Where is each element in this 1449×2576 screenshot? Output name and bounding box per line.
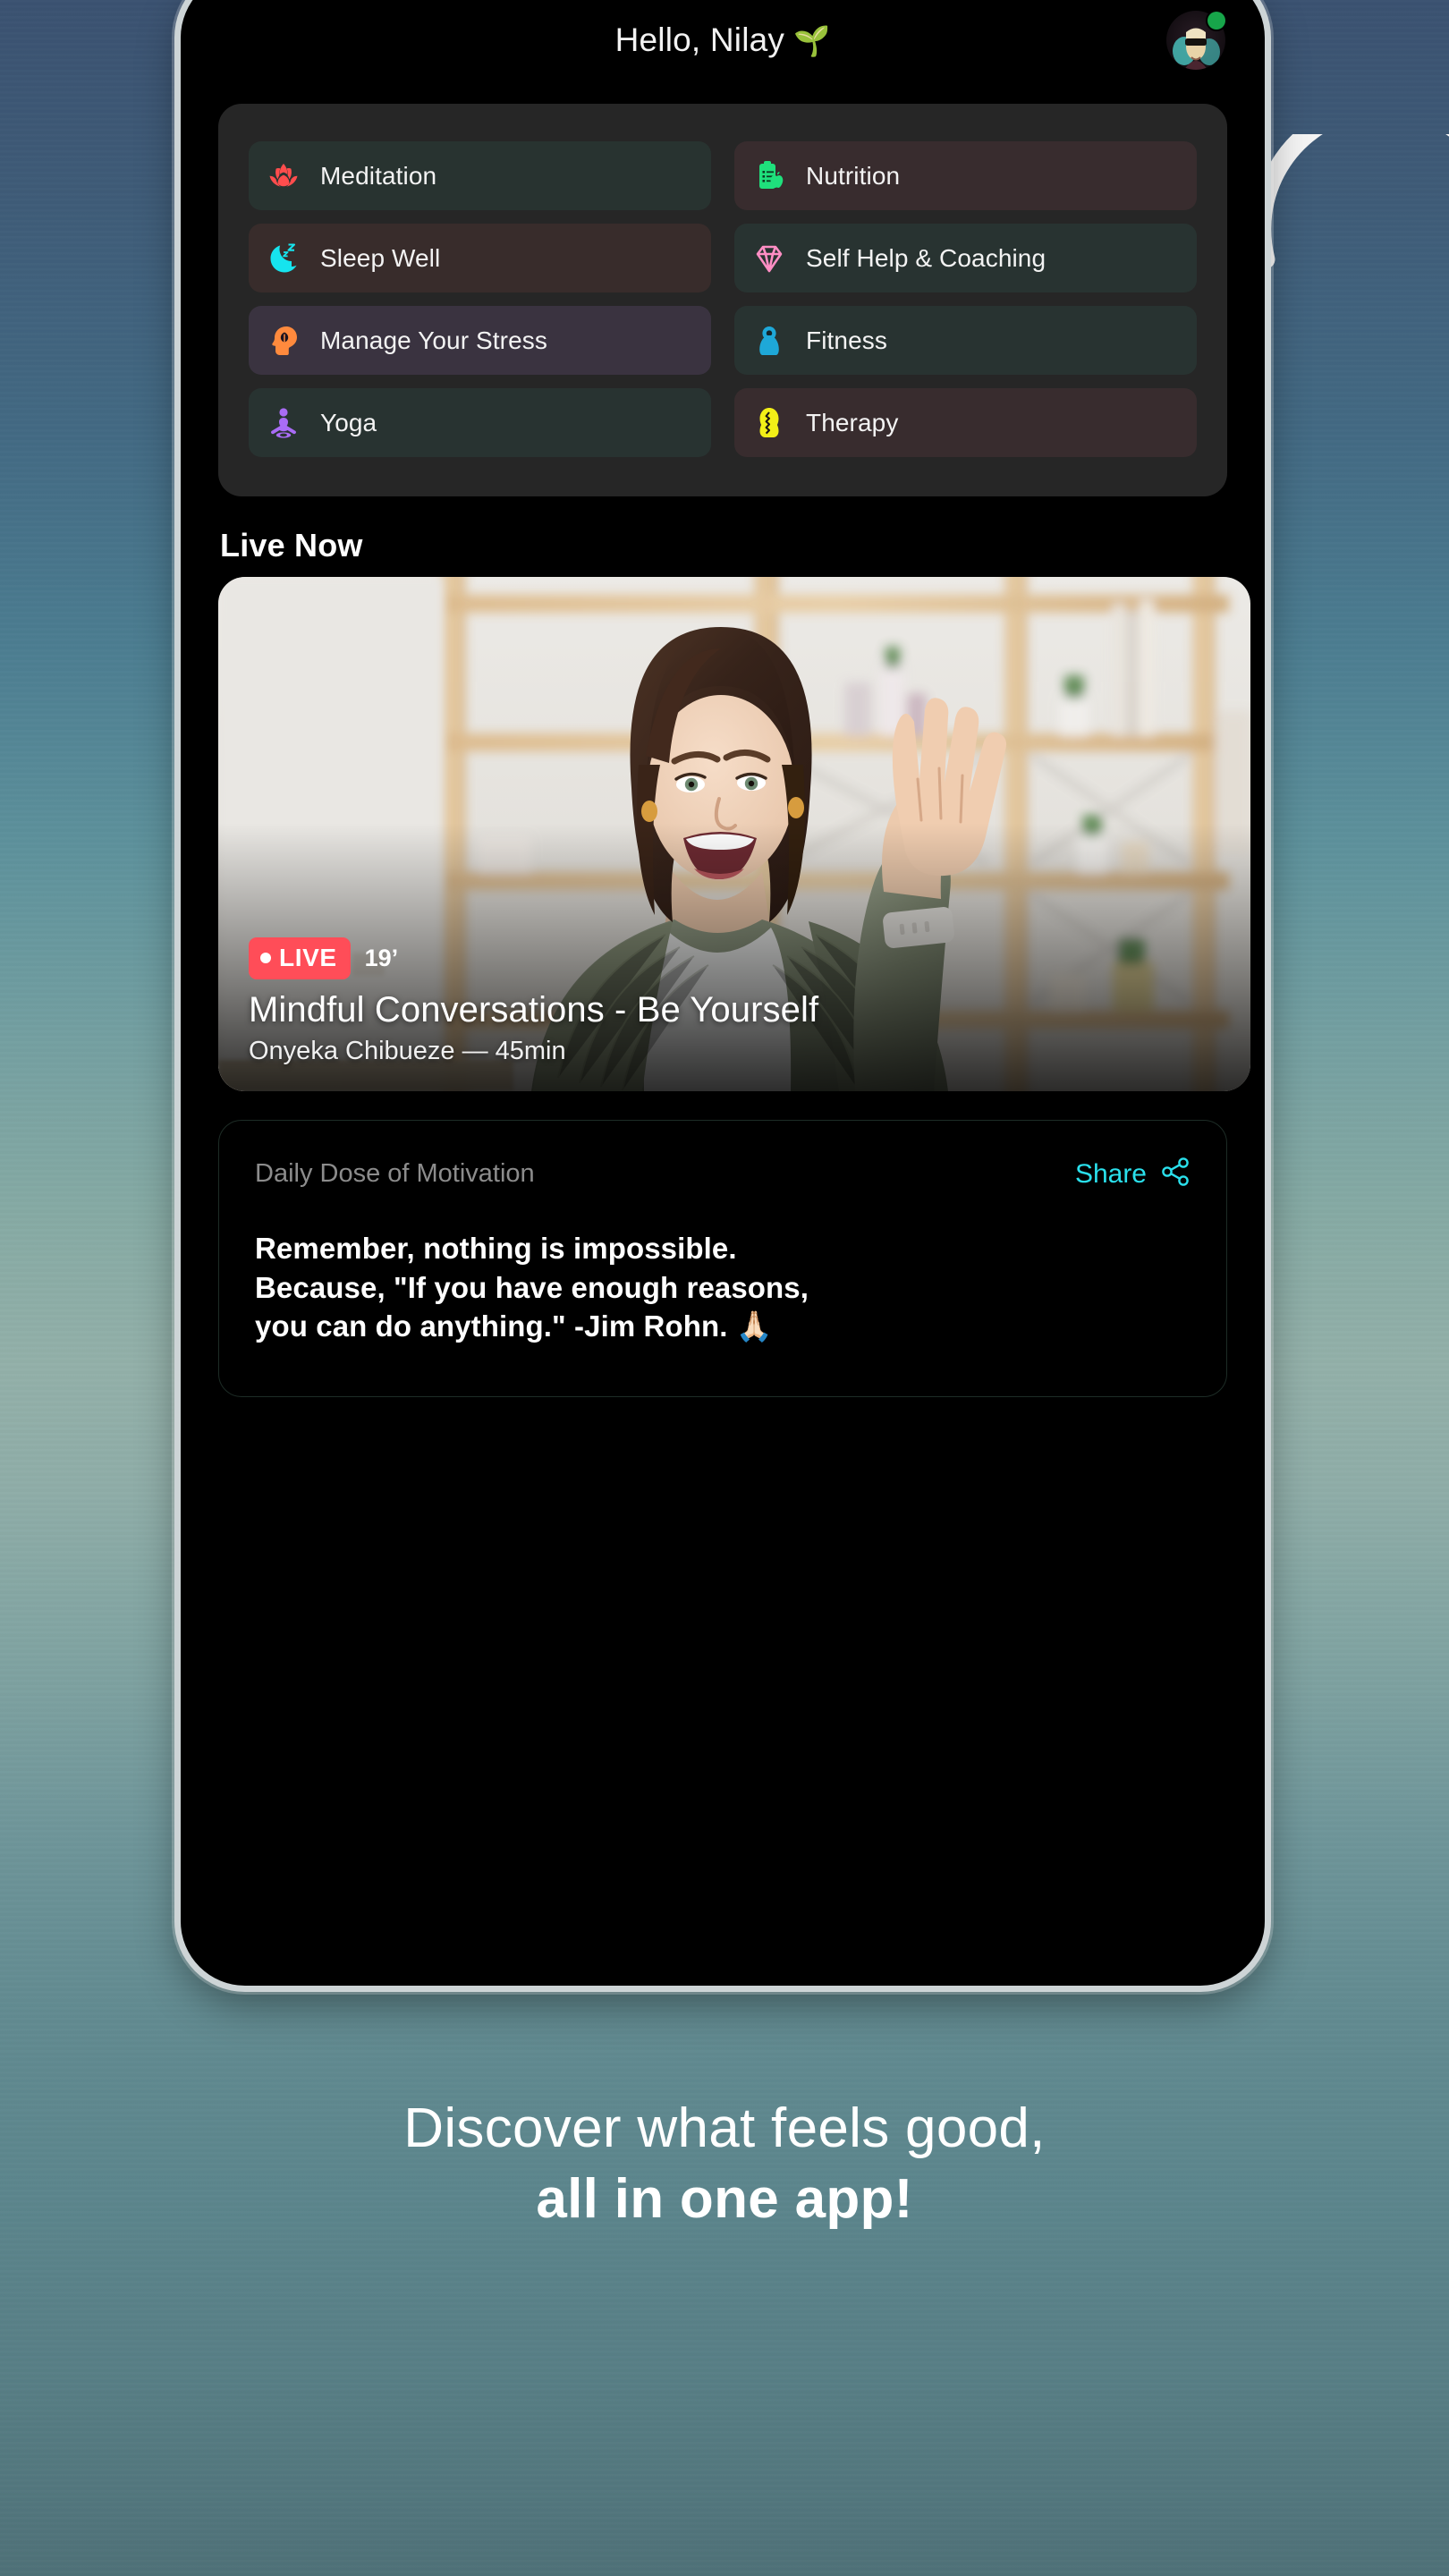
kettlebell-icon [750, 322, 788, 360]
decorative-arc [1252, 134, 1449, 269]
app-header: Hello, Nilay 🌱 [193, 0, 1252, 95]
sprout-emoji-icon: 🌱 [793, 23, 831, 57]
category-label: Manage Your Stress [320, 326, 547, 354]
daily-motivation-card: Daily Dose of Motivation Share Remember,… [218, 1120, 1227, 1397]
live-badge-row: LIVE 19’ [249, 937, 1220, 979]
quote-line-3: you can do anything." -Jim Rohn. [255, 1309, 728, 1343]
category-tile-self-help-coaching[interactable]: Self Help & Coaching [734, 224, 1197, 292]
live-badge-label: LIVE [279, 944, 337, 971]
categories-panel: Meditation Nutrition Sleep Well Self Hel… [218, 104, 1227, 496]
category-label: Fitness [806, 326, 887, 354]
avatar-button[interactable] [1166, 11, 1225, 70]
share-nodes-icon [1160, 1157, 1191, 1191]
tagline: Discover what feels good, all in one app… [0, 2097, 1449, 2233]
yoga-pose-icon [265, 404, 302, 442]
lotus-icon [265, 157, 302, 195]
category-tile-therapy[interactable]: Therapy [734, 388, 1197, 457]
category-label: Self Help & Coaching [806, 243, 1046, 272]
brain-puzzle-icon [750, 404, 788, 442]
live-card-subtitle: Onyeka Chibueze — 45min [249, 1037, 566, 1065]
category-tile-meditation[interactable]: Meditation [249, 141, 711, 210]
category-label: Meditation [320, 161, 437, 190]
category-label: Therapy [806, 408, 899, 436]
category-label: Yoga [320, 408, 377, 436]
category-tile-sleep-well[interactable]: Sleep Well [249, 224, 711, 292]
share-button[interactable]: Share [1075, 1157, 1191, 1191]
daily-motivation-quote: Remember, nothing is impossible. Because… [255, 1229, 1191, 1346]
head-leaf-icon [265, 322, 302, 360]
tagline-line-1: Discover what feels good, [403, 2097, 1046, 2159]
share-label: Share [1074, 1158, 1147, 1189]
categories-grid: Meditation Nutrition Sleep Well Self Hel… [249, 141, 1197, 457]
live-cards-row: LIVE 19’ Mindful Conversations - Be Your… [218, 577, 1252, 1091]
clipboard-apple-icon [750, 157, 788, 195]
live-now-heading: Live Now [220, 527, 363, 564]
category-label: Nutrition [806, 161, 901, 190]
quote-line-1: Remember, nothing is impossible. [255, 1232, 737, 1265]
praying-hands-emoji-icon: 🙏🏻 [735, 1309, 774, 1343]
greeting-text: Hello, Nilay 🌱 [615, 21, 831, 59]
live-dot-icon [260, 953, 271, 963]
daily-motivation-title: Daily Dose of Motivation [255, 1159, 535, 1188]
live-card-meta: LIVE 19’ Mindful Conversations - Be Your… [249, 937, 1220, 1066]
category-tile-nutrition[interactable]: Nutrition [734, 141, 1197, 210]
quote-line-3-wrap: you can do anything." -Jim Rohn. 🙏🏻 [255, 1307, 1191, 1346]
moon-zzz-icon [265, 240, 302, 277]
phone-mockup: Hello, Nilay 🌱 Meditation Nutrition Slee… [181, 0, 1265, 1986]
greeting-label: Hello, Nilay [614, 21, 785, 58]
category-tile-yoga[interactable]: Yoga [249, 388, 711, 457]
category-tile-fitness[interactable]: Fitness [734, 306, 1197, 375]
online-status-dot [1208, 12, 1225, 30]
live-elapsed-time: 19’ [364, 945, 399, 971]
quote-line-2: Because, "If you have enough reasons, [255, 1270, 809, 1304]
live-card[interactable]: LIVE 19’ Mindful Conversations - Be Your… [218, 577, 1250, 1091]
category-label: Sleep Well [320, 243, 441, 272]
daily-motivation-header: Daily Dose of Motivation Share [255, 1157, 1191, 1191]
category-tile-manage-your-stress[interactable]: Manage Your Stress [249, 306, 711, 375]
diamond-icon [750, 240, 788, 277]
phone-screen: Hello, Nilay 🌱 Meditation Nutrition Slee… [193, 0, 1252, 1973]
live-badge: LIVE [249, 937, 351, 979]
tagline-line-2: all in one app! [536, 2168, 913, 2231]
live-card-title: Mindful Conversations - Be Yourself [249, 990, 819, 1030]
